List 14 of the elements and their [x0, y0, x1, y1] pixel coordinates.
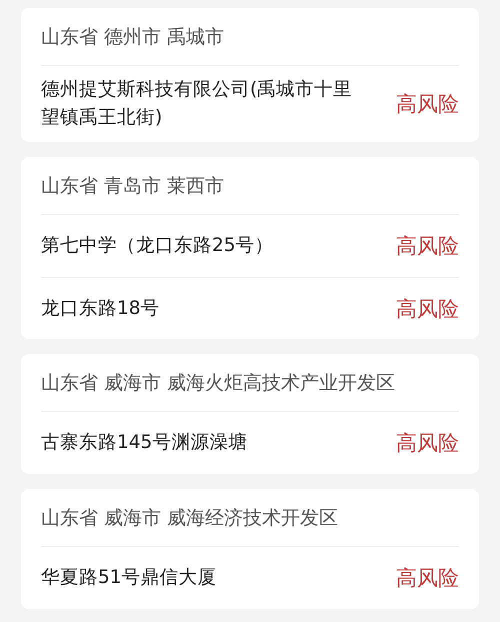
- region-title: 山东省 青岛市 莱西市: [41, 157, 459, 215]
- place-name: 德州提艾斯科技有限公司(禹城市十里望镇禹王北街): [41, 78, 354, 130]
- risk-level: 高风险: [396, 233, 459, 260]
- place-name: 第七中学（龙口东路25号）: [41, 234, 274, 258]
- region-title: 山东省 德州市 禹城市: [41, 8, 459, 66]
- place-name: 龙口东路18号: [41, 296, 160, 320]
- place-name: 华夏路51号鼎信大厦: [41, 566, 217, 590]
- region-title: 山东省 威海市 威海经济技术开发区: [41, 489, 459, 547]
- risk-level: 高风险: [396, 91, 459, 118]
- place-name: 古寨东路145号渊源澡塘: [41, 431, 248, 455]
- region-title: 山东省 威海市 威海火炬高技术产业开发区: [41, 354, 459, 412]
- risk-level: 高风险: [396, 296, 459, 322]
- risk-level: 高风险: [396, 430, 459, 457]
- risk-level: 高风险: [396, 565, 459, 592]
